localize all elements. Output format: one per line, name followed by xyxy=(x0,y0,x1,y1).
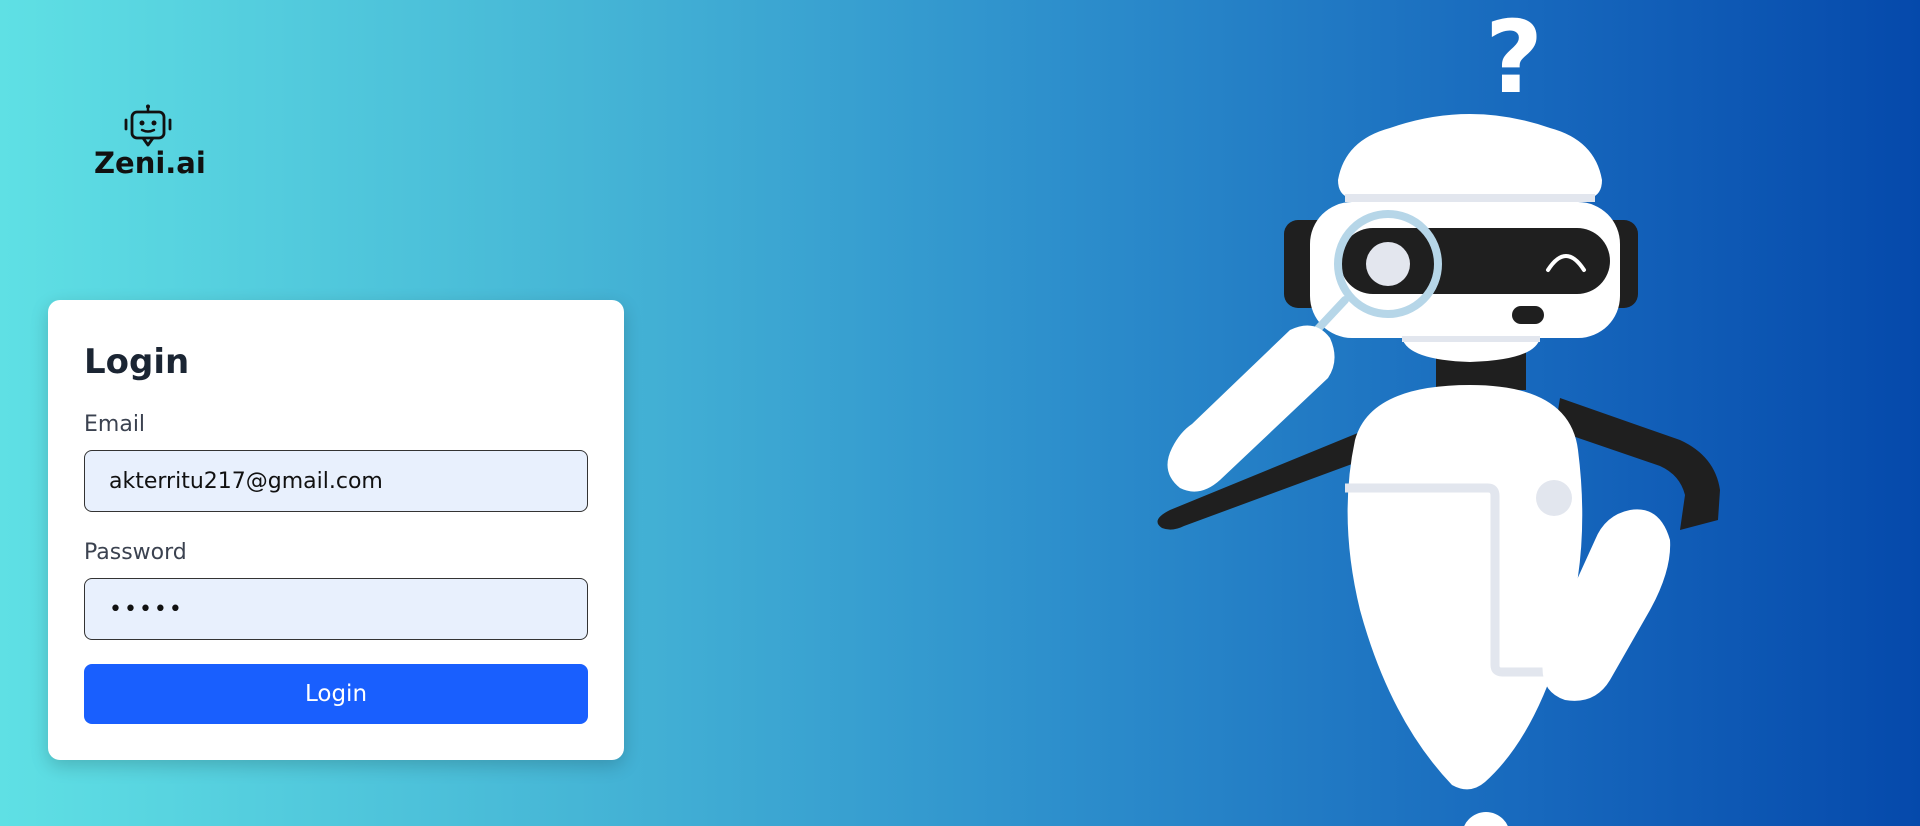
brand-name: Zeni.ai xyxy=(94,146,206,180)
login-title: Login xyxy=(84,342,190,382)
robot-with-magnifier-icon: ? xyxy=(1157,0,1720,826)
brand-logo[interactable]: Zeni.ai xyxy=(94,104,206,180)
email-field[interactable] xyxy=(84,450,588,512)
question-mark-icon: ? xyxy=(1485,0,1543,116)
password-label: Password xyxy=(84,540,187,565)
login-card: Login Email Password Login xyxy=(48,300,624,760)
email-label: Email xyxy=(84,412,146,437)
login-page: Zeni.ai Login Email Password Login ? xyxy=(0,0,1920,826)
robot-chat-icon xyxy=(124,104,172,147)
login-button[interactable]: Login xyxy=(84,664,588,724)
password-field[interactable] xyxy=(84,578,588,640)
